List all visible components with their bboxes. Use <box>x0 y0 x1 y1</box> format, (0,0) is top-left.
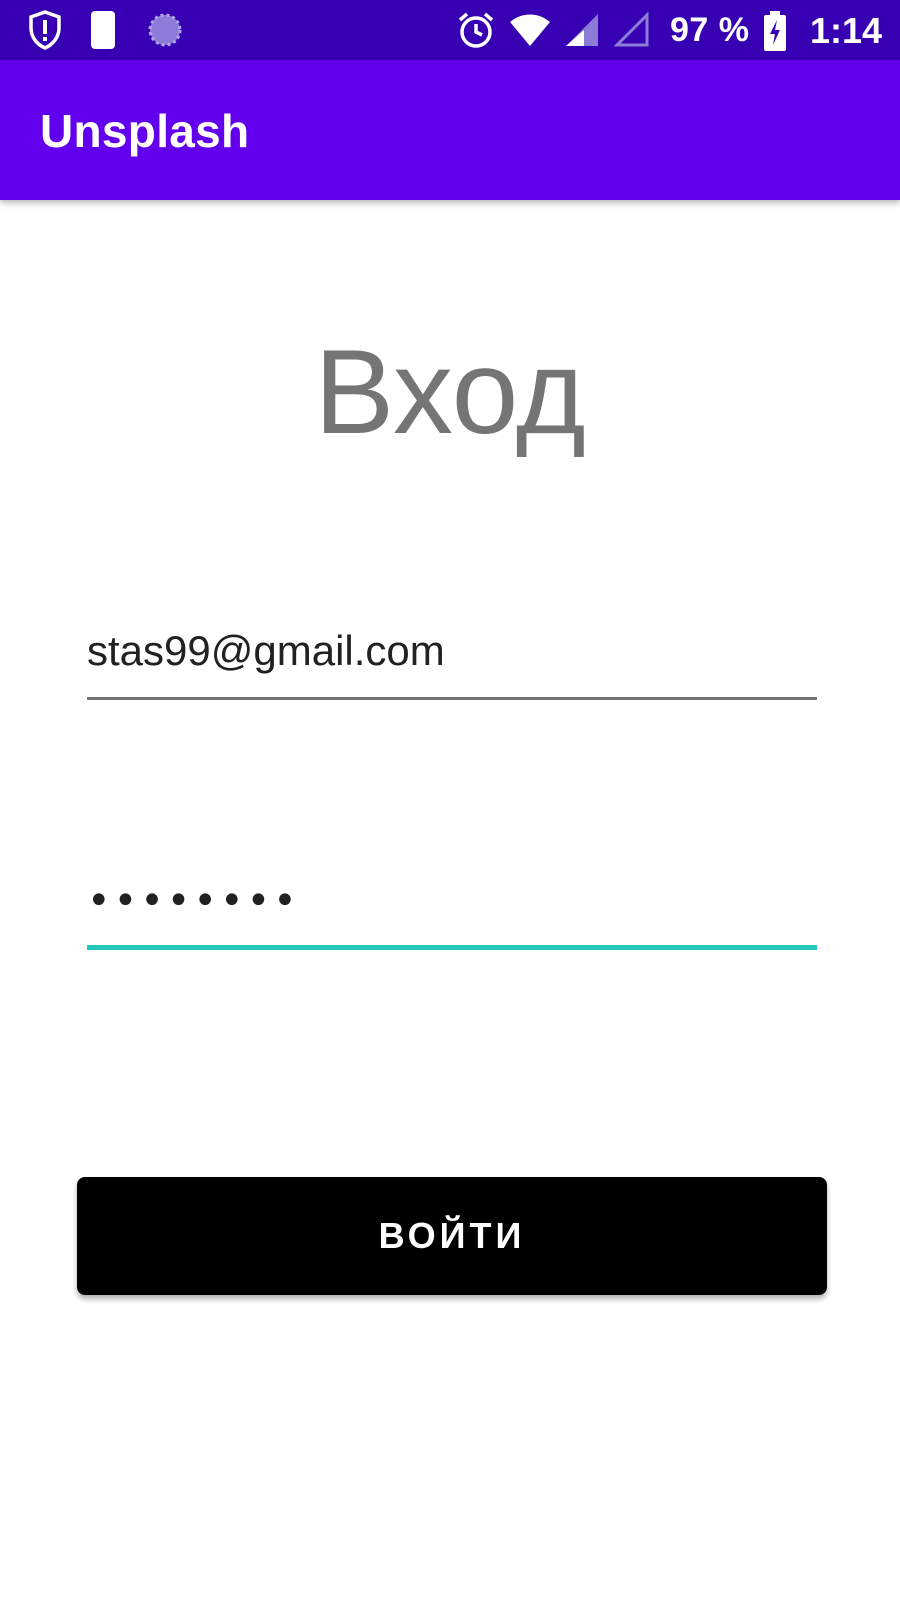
wifi-icon <box>510 14 550 46</box>
email-field-container <box>87 610 817 700</box>
login-screen: 97 % 1:14 Unsplash Вход ВОЙТИ <box>0 0 900 1600</box>
password-field-container <box>87 860 817 950</box>
battery-charging-icon <box>764 11 786 51</box>
cell-signal-empty-icon <box>614 11 649 47</box>
clock: 1:14 <box>810 10 883 51</box>
password-field[interactable] <box>87 860 817 950</box>
login-button[interactable]: ВОЙТИ <box>77 1177 827 1295</box>
do-not-disturb-icon <box>91 11 115 49</box>
app-title: Unsplash <box>40 105 250 157</box>
cell-signal-icon <box>566 14 598 46</box>
app-bar: Unsplash <box>0 60 900 200</box>
battery-percent: 97 % <box>670 11 750 49</box>
status-bar: 97 % 1:14 <box>0 0 900 60</box>
email-field[interactable] <box>87 610 817 700</box>
alarm-icon <box>458 12 494 48</box>
shield-alert-icon <box>29 10 61 50</box>
sync-icon <box>148 13 182 47</box>
page-title: Вход <box>314 325 586 459</box>
